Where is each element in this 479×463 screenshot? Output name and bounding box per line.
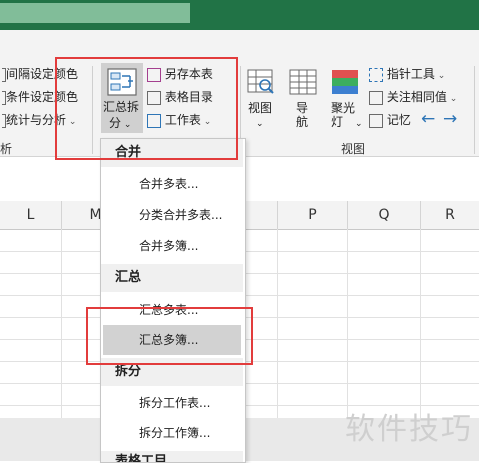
menu-header-summary: 汇总 [101,264,243,292]
spotlight-button[interactable]: 聚光 灯 ⌄ [328,64,363,134]
memory-button[interactable]: 记忆 [369,113,411,128]
summary-split-dropdown: 合并 合并多表... 分类合并多表... 合并多簿... 汇总 汇总多表... … [100,138,246,463]
forward-arrow-icon[interactable]: → [443,109,457,129]
pointer-tool-button[interactable]: 指针工具 ⌄ [369,67,445,83]
watermark: 软件技巧 [345,412,473,447]
button-label: 指针工具 [386,67,435,81]
spotlight-label: 聚光 灯 [331,101,356,129]
annotation-box-menu-item [86,307,253,365]
menu-item-split-workbook[interactable]: 拆分工作簿... [103,418,241,448]
document-title-box [0,3,190,23]
back-arrow-icon[interactable]: ← [421,109,435,129]
spotlight-icon [332,70,358,94]
focus-same-value-button[interactable]: 关注相同值 ⌄ [369,90,457,106]
annotation-box-ribbon [55,57,238,160]
focus-icon [369,90,383,105]
button-label: 关注相同值 [386,90,447,104]
button-label: 记忆 [386,113,411,127]
chevron-down-icon: ⌄ [256,119,264,129]
column-header-p[interactable]: P [278,201,348,229]
column-header-r[interactable]: R [421,201,479,229]
group-label-view: 视图 [341,142,366,156]
menu-item-split-worksheet[interactable]: 拆分工作表... [103,388,241,418]
column-header-l[interactable]: L [0,201,62,229]
view-label: 视图 [248,101,273,115]
view-button[interactable]: 视图 ⌄ [244,64,278,134]
menu-item-merge-workbooks[interactable]: 合并多簿... [103,231,241,261]
navigation-icon [289,69,317,95]
chevron-down-icon: ⌄ [355,119,363,129]
navigation-button[interactable]: 导 航 [286,64,320,134]
navigation-label: 导 航 [296,101,309,129]
memory-icon [369,113,383,128]
group-label-analysis: 析 [0,142,13,156]
menu-item-category-merge-sheets[interactable]: 分类合并多表... [103,200,241,230]
menu-item-merge-sheets[interactable]: 合并多表... [103,169,241,199]
group-separator [474,66,475,154]
view-icon [247,69,274,94]
pointer-icon [369,67,383,82]
menu-header-table-tools: 表格工目 [101,451,243,462]
column-header-q[interactable]: Q [348,201,421,229]
